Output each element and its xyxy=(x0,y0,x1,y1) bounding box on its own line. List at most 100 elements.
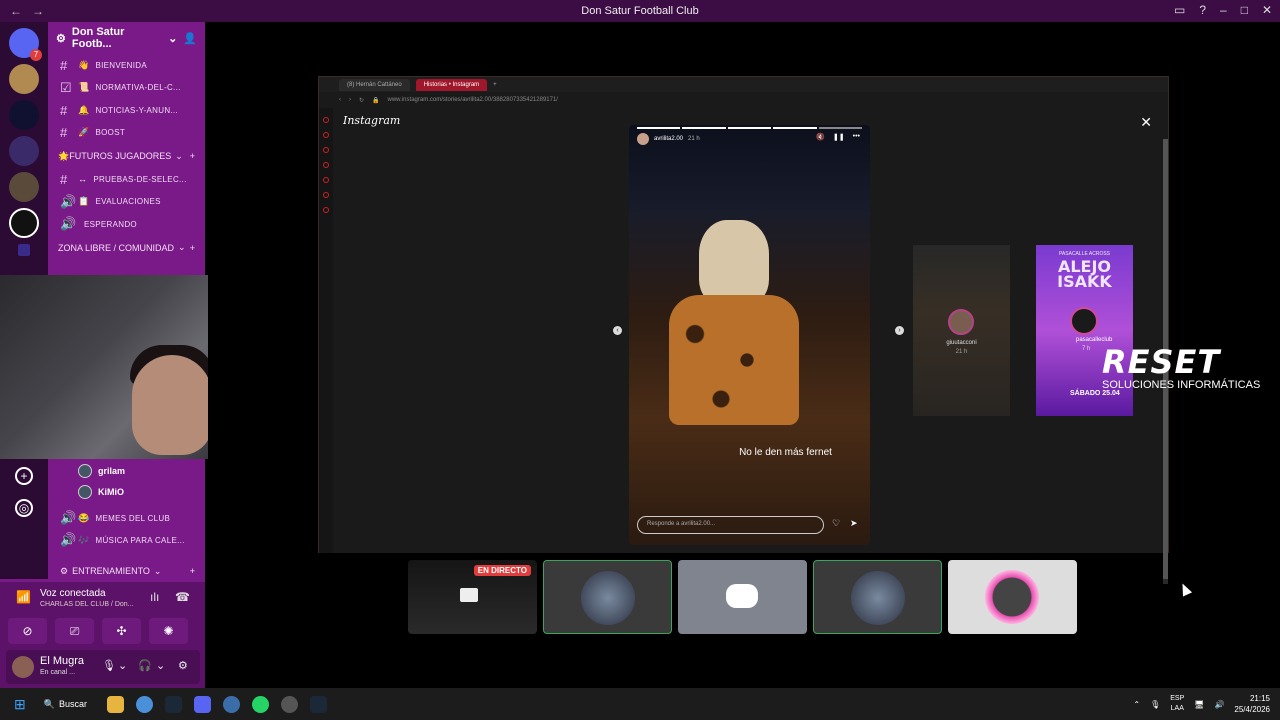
channel-item[interactable]: # 🔔 noticias-y-anun... xyxy=(48,99,205,122)
help-icon[interactable]: ? xyxy=(1199,3,1206,17)
sidebar-icon[interactable] xyxy=(323,177,329,183)
microphone-icon[interactable]: 🎙 xyxy=(1150,700,1160,709)
discord-icon[interactable] xyxy=(193,695,211,713)
voice-channel-path[interactable]: CHARLAS DEL CLUB / Don... xyxy=(40,601,134,608)
headphones-icon[interactable]: 🎧 xyxy=(138,659,152,672)
activities-button[interactable]: ✣ xyxy=(102,618,141,644)
voice-channel-item[interactable]: 🔊 😂 memes del club xyxy=(48,507,170,530)
chrome-icon[interactable] xyxy=(135,695,153,713)
settings-gear-icon[interactable]: ⚙ xyxy=(178,659,188,672)
sidebar-icon[interactable] xyxy=(323,192,329,198)
folder-icon[interactable] xyxy=(18,244,30,256)
participant-tile[interactable] xyxy=(813,560,942,634)
voice-user[interactable]: grilam xyxy=(78,464,125,478)
language-indicator[interactable]: ESP LAA xyxy=(1170,694,1184,714)
sidebar-icon[interactable] xyxy=(323,162,329,168)
back-arrow-icon[interactable]: ← xyxy=(10,4,22,18)
category-entrenamiento[interactable]: ⚙ ENTRENAMIENTO ⌄ + xyxy=(50,559,205,583)
network-icon[interactable]: 🖥 xyxy=(1194,700,1204,709)
channel-item[interactable]: # ↔ pruebas-de-selec... xyxy=(48,168,205,191)
forward-arrow-icon[interactable]: › xyxy=(349,97,351,103)
explore-icon[interactable]: ◎ xyxy=(15,499,33,517)
chevron-up-icon[interactable]: ⌃ xyxy=(1133,700,1140,709)
discord-logo-icon xyxy=(726,584,758,608)
server-icon[interactable] xyxy=(9,136,39,166)
voice-channel-item[interactable]: 🔊 🎶 música para cale... xyxy=(48,529,185,552)
server-icon[interactable] xyxy=(9,64,39,94)
hashtag-icon: # xyxy=(60,57,68,73)
send-icon[interactable]: ➤ xyxy=(850,518,858,529)
sidebar-icon[interactable] xyxy=(323,117,329,123)
avatar[interactable] xyxy=(637,133,649,145)
add-channel-icon[interactable]: + xyxy=(190,151,195,161)
voice-channel-item[interactable]: 🔊 esperando xyxy=(48,213,205,236)
new-tab-icon[interactable]: + xyxy=(493,82,497,88)
voice-channel-item[interactable]: 🔊 📋 evaluaciones xyxy=(48,191,205,214)
server-icon[interactable] xyxy=(9,100,39,130)
category-futuros[interactable]: 🌟FUTUROS JUGADORES ⌄ + xyxy=(48,144,205,168)
category-zona-libre[interactable]: ZONA LIBRE / COMUNIDAD ⌄ + xyxy=(48,236,205,260)
steam-icon[interactable] xyxy=(164,695,182,713)
guild-header[interactable]: ⚙ Don Satur Footb... ⌄ 👤 xyxy=(48,22,205,54)
next-story-icon[interactable]: › xyxy=(895,326,904,335)
story-username[interactable]: avrilita2.00 xyxy=(654,136,683,142)
camera-off-button[interactable]: ⊘ xyxy=(8,618,47,644)
microphone-icon[interactable]: 🎙 xyxy=(102,659,116,672)
add-member-icon[interactable]: 👤 xyxy=(183,32,197,45)
voice-user[interactable]: KiMiO xyxy=(78,485,124,499)
server-icon[interactable] xyxy=(9,208,39,238)
prev-story-icon[interactable]: ‹ xyxy=(613,326,622,335)
add-server-icon[interactable]: + xyxy=(15,467,33,485)
maximize-button[interactable]: □ xyxy=(1241,3,1248,17)
minimize-button[interactable]: – xyxy=(1220,3,1227,17)
discord-home-icon[interactable]: 7 xyxy=(9,28,42,61)
server-icon[interactable] xyxy=(9,172,39,202)
participant-tile[interactable] xyxy=(678,560,807,634)
clock[interactable]: 21:15 25/4/2026 xyxy=(1234,693,1270,715)
forward-arrow-icon[interactable]: → xyxy=(32,4,44,18)
reply-input[interactable]: Responde a avrilita2.00... xyxy=(637,516,824,534)
file-explorer-icon[interactable] xyxy=(106,695,124,713)
reload-icon[interactable]: ↻ xyxy=(359,97,364,104)
windows-start-icon[interactable]: ⊞ xyxy=(14,696,26,713)
voice-user-name: grilam xyxy=(98,466,126,476)
add-channel-icon[interactable]: + xyxy=(190,566,195,576)
sidebar-icon[interactable] xyxy=(323,132,329,138)
inbox-icon[interactable]: ▭ xyxy=(1174,3,1185,17)
add-channel-icon[interactable]: + xyxy=(190,243,195,253)
next-story-preview[interactable]: giuutacconi 21 h xyxy=(913,245,1010,416)
soundboard-button[interactable]: ✺ xyxy=(149,618,188,644)
browser-tab[interactable]: (8) Hernán Cattáneo xyxy=(339,78,410,91)
participant-tile[interactable] xyxy=(543,560,672,634)
app-icon[interactable] xyxy=(222,695,240,713)
steam-icon[interactable] xyxy=(309,695,327,713)
heart-icon[interactable]: ♡ xyxy=(832,518,840,529)
close-button[interactable]: ✕ xyxy=(1262,3,1272,17)
noise-suppression-icon[interactable]: ılı xyxy=(150,590,159,604)
channel-item[interactable]: ☑ 📜 normativa-del-c... xyxy=(48,77,205,100)
more-options-icon[interactable]: ••• xyxy=(853,133,860,141)
close-icon[interactable]: ✕ xyxy=(1140,114,1152,131)
sidebar-icon[interactable] xyxy=(323,207,329,213)
opera-gx-icon[interactable] xyxy=(280,695,298,713)
url-field[interactable]: www.instagram.com/stories/avrilita2.00/3… xyxy=(388,97,558,103)
back-arrow-icon[interactable]: ‹ xyxy=(339,97,341,103)
avatar[interactable] xyxy=(12,656,34,678)
browser-tab-active[interactable]: Historias • Instagram xyxy=(415,78,488,91)
screen-share-button[interactable]: ⎚ xyxy=(55,618,94,644)
whatsapp-icon[interactable] xyxy=(251,695,269,713)
mute-icon[interactable]: 🔇 xyxy=(816,133,825,141)
participant-tile[interactable] xyxy=(948,560,1077,634)
instagram-logo[interactable]: Instagram xyxy=(343,114,400,127)
chevron-down-icon[interactable]: ⌄ xyxy=(118,659,127,672)
sidebar-icon[interactable] xyxy=(323,147,329,153)
channel-item[interactable]: # 🚀 boost xyxy=(48,122,205,145)
disconnect-icon[interactable]: ☎ xyxy=(175,590,190,604)
pause-icon[interactable]: ❚❚ xyxy=(833,133,845,141)
stream-tile[interactable]: EN DIRECTO xyxy=(408,560,537,634)
chevron-down-icon[interactable]: ⌄ xyxy=(156,659,165,672)
volume-icon[interactable]: 🔊 xyxy=(1214,700,1224,709)
taskbar-search[interactable]: 🔍 Buscar xyxy=(44,699,87,710)
channel-item[interactable]: # 👋 bienvenida xyxy=(48,54,205,77)
voice-connection-panel: 📶 Voz conectada CHARLAS DEL CLUB / Don..… xyxy=(0,582,205,688)
